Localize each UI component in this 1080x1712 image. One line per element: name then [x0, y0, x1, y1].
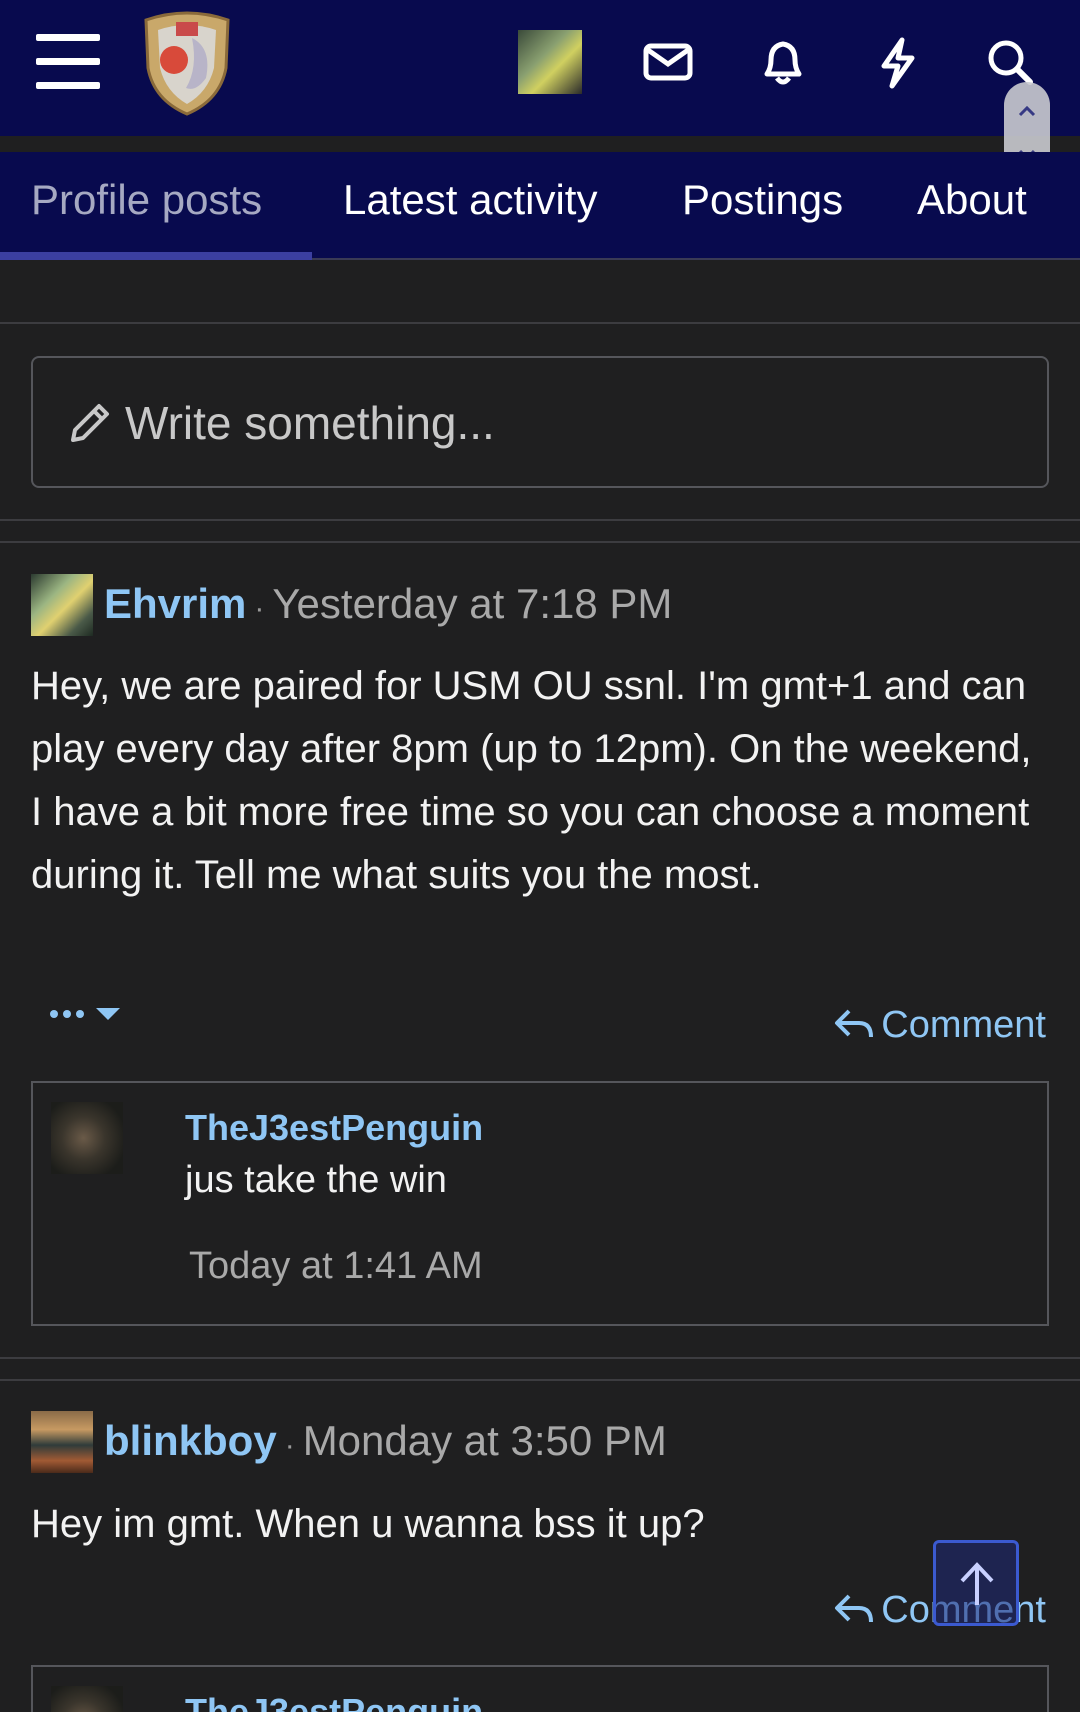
write-something-input[interactable]: Write something... [31, 356, 1049, 488]
reply-icon [835, 1009, 874, 1038]
comment-text: jus take the win [185, 1159, 447, 1201]
pencil-icon [71, 404, 109, 442]
user-avatar[interactable] [518, 30, 582, 94]
post-body: Hey im gmt. When u wanna bss it up? [31, 1502, 705, 1546]
comment-box: TheJ3estPenguin jus take the win Today a… [31, 1081, 1049, 1326]
divider [0, 1379, 1080, 1381]
arrow-up-icon [960, 1562, 994, 1605]
comment-label: Comment [881, 1004, 1046, 1046]
avatar[interactable] [51, 1102, 123, 1174]
tab-postings[interactable]: Postings [682, 176, 843, 224]
bell-icon[interactable] [755, 34, 811, 90]
chevron-up-icon[interactable] [1015, 100, 1039, 124]
username-link[interactable]: Ehvrim [104, 580, 246, 627]
comment-timestamp[interactable]: Today at 1:41 AM [189, 1245, 483, 1288]
menu-icon[interactable] [36, 34, 100, 90]
shield-logo-icon[interactable] [136, 8, 238, 118]
post-body: Hey, we are paired for USM OU ssnl. I'm … [31, 664, 1032, 897]
tab-about[interactable]: About [917, 176, 1027, 224]
divider [0, 322, 1080, 324]
reply-icon [835, 1594, 874, 1623]
post-header: blinkboy · Monday at 3:50 PM [104, 1417, 667, 1464]
avatar[interactable] [31, 1411, 93, 1473]
profile-tabs: Profile posts Latest activity Postings A… [0, 152, 1080, 260]
post-timestamp[interactable]: Monday at 3:50 PM [303, 1417, 667, 1464]
username-link[interactable]: blinkboy [104, 1417, 277, 1464]
avatar[interactable] [51, 1686, 123, 1712]
post-timestamp[interactable]: Yesterday at 7:18 PM [272, 580, 672, 627]
divider [0, 519, 1080, 521]
comment-box: TheJ3estPenguin [31, 1665, 1049, 1712]
bolt-icon[interactable] [870, 34, 926, 90]
more-options-icon[interactable] [48, 998, 124, 1030]
tab-profile-posts[interactable]: Profile posts [31, 176, 262, 224]
comment-author[interactable]: TheJ3estPenguin [185, 1107, 483, 1149]
active-tab-indicator [0, 252, 312, 260]
post-header: Ehvrim · Yesterday at 7:18 PM [104, 580, 673, 627]
tab-latest-activity[interactable]: Latest activity [343, 176, 597, 224]
divider [0, 1357, 1080, 1359]
top-header [0, 0, 1080, 136]
comment-author[interactable]: TheJ3estPenguin [185, 1691, 483, 1712]
avatar[interactable] [31, 574, 93, 636]
envelope-icon[interactable] [640, 34, 696, 90]
divider [0, 541, 1080, 543]
comment-button[interactable]: Comment [833, 1004, 1046, 1047]
write-something-placeholder: Write something... [125, 397, 495, 449]
scroll-to-top-button[interactable] [933, 1540, 1019, 1626]
